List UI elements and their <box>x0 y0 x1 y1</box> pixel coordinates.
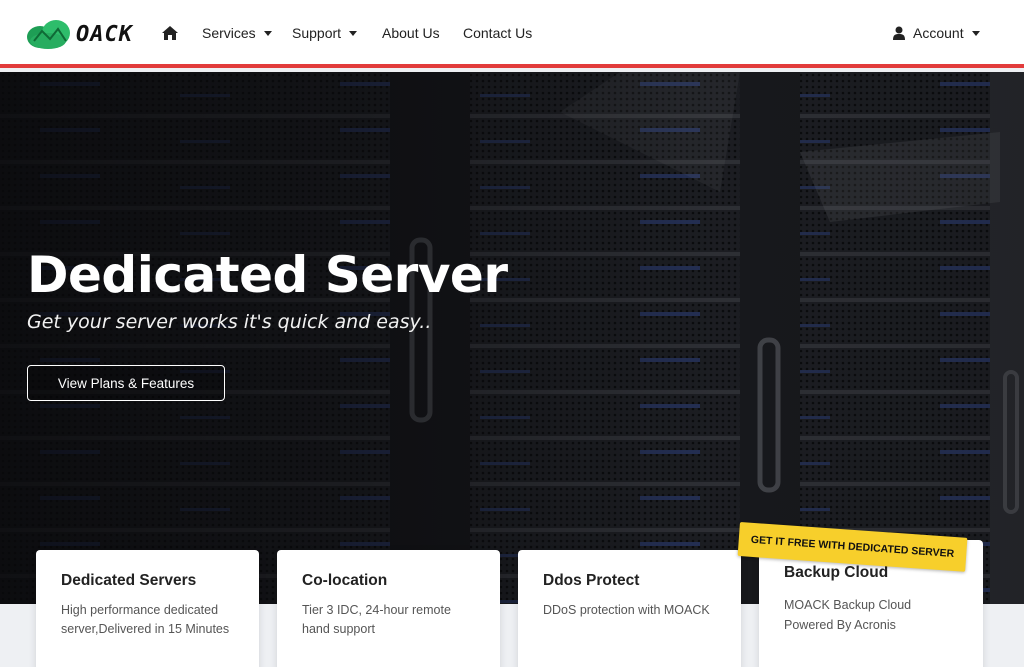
cloud-logo-icon <box>27 20 70 49</box>
chevron-down-icon <box>971 30 980 36</box>
card-dedicated-servers[interactable]: Dedicated Servers High performance dedic… <box>36 550 259 667</box>
card-text-line: server,Delivered in 15 Minutes <box>61 622 230 636</box>
logo[interactable]: OACK <box>26 18 133 50</box>
chevron-down-icon <box>349 30 358 36</box>
nav-about-label: About Us <box>382 25 440 41</box>
card-ddos-protect[interactable]: Ddos Protect DDoS protection with MOACK <box>518 550 741 667</box>
card-text-line: Tier 3 IDC, 24-hour remote <box>302 603 451 617</box>
hero-banner: Dedicated Server Get your server works i… <box>0 72 1024 604</box>
card-text-line: DDoS protection with MOACK <box>543 603 710 617</box>
top-navbar: OACK Services Support About Us Contact U… <box>0 0 1024 68</box>
view-plans-button[interactable]: View Plans & Features <box>27 365 225 401</box>
hero-overlay <box>0 72 1024 604</box>
hero-subtitle: Get your server works it's quick and eas… <box>27 311 432 333</box>
nav-services[interactable]: Services <box>202 25 272 41</box>
card-title: Dedicated Servers <box>61 572 197 589</box>
account-label: Account <box>913 25 964 41</box>
nav-contact-label: Contact Us <box>463 25 533 41</box>
home-icon[interactable] <box>161 25 179 41</box>
card-text-line: hand support <box>302 622 375 636</box>
card-title: Ddos Protect <box>543 572 640 589</box>
card-text-line: Powered By Acronis <box>784 618 896 632</box>
account-menu[interactable]: Account <box>893 25 980 41</box>
hero-title: Dedicated Server <box>27 246 508 304</box>
nav-services-label: Services <box>202 25 256 41</box>
card-text-line: High performance dedicated <box>61 603 219 617</box>
chevron-down-icon <box>263 30 272 36</box>
nav-support-label: Support <box>292 25 342 41</box>
user-icon <box>893 26 905 40</box>
card-title: Backup Cloud <box>784 564 889 581</box>
logo-text: OACK <box>76 21 133 47</box>
nav-contact[interactable]: Contact Us <box>463 25 532 41</box>
nav-about[interactable]: About Us <box>382 25 440 41</box>
card-co-location[interactable]: Co-location Tier 3 IDC, 24-hour remote h… <box>277 550 500 667</box>
nav-support[interactable]: Support <box>292 25 358 41</box>
ribbon-text: GET IT FREE WITH DEDICATED SERVER <box>750 533 955 561</box>
card-text-line: MOACK Backup Cloud <box>784 598 912 612</box>
card-title: Co-location <box>302 572 388 589</box>
